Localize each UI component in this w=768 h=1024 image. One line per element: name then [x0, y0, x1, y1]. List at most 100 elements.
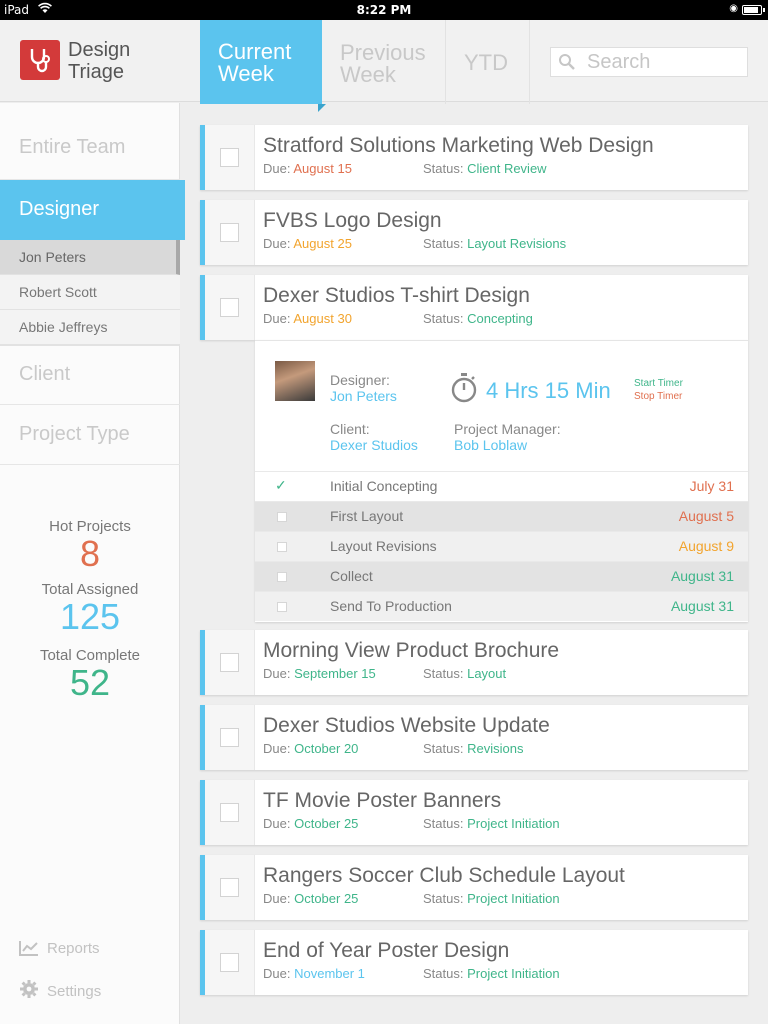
due-date: October 25 [294, 891, 359, 906]
search-placeholder: Search [587, 51, 651, 73]
project-due: Due: August 15 [263, 161, 352, 176]
project-card[interactable]: Dexer Studios Website Update Due: Octobe… [200, 705, 748, 770]
due-date: October 20 [294, 741, 359, 756]
status-label: Status: [423, 816, 464, 831]
due-label: Due: [263, 311, 291, 326]
tab-current-week-label-1: Current [218, 39, 292, 64]
client-link[interactable]: Dexer Studios [330, 437, 418, 453]
status-label: Status: [423, 891, 464, 906]
designer-name: Jon Peters [19, 249, 86, 265]
project-status: Status: Project Initiation [423, 816, 560, 831]
task-row[interactable]: Send To Production August 31 [255, 591, 748, 621]
project-due: Due: October 25 [263, 891, 358, 906]
tab-ytd[interactable]: YTD [446, 20, 530, 104]
status-value: Client Review [467, 161, 547, 176]
project-checkbox[interactable] [220, 728, 239, 747]
settings-link[interactable]: Settings [19, 979, 101, 1000]
project-status: Status: Concepting [423, 311, 533, 326]
sidebar-item-label: Project Type [19, 423, 130, 445]
task-checkbox[interactable] [277, 572, 287, 582]
stethoscope-logo-icon [20, 40, 60, 80]
project-card-expanded[interactable]: Dexer Studios T-shirt Design Due: August… [200, 275, 748, 340]
project-status: Status: Layout Revisions [423, 236, 566, 251]
project-title: Dexer Studios T-shirt Design [263, 284, 530, 307]
due-date: August 15 [293, 161, 352, 176]
project-status: Status: Project Initiation [423, 891, 560, 906]
project-card[interactable]: Stratford Solutions Marketing Web Design… [200, 125, 748, 190]
sidebar-item-entire-team[interactable]: Entire Team [0, 120, 180, 180]
project-card[interactable]: Morning View Product Brochure Due: Septe… [200, 630, 748, 695]
project-checkbox[interactable] [220, 653, 239, 672]
designer-item-abbie-jeffreys[interactable]: Abbie Jeffreys [0, 310, 180, 345]
project-card[interactable]: Rangers Soccer Club Schedule Layout Due:… [200, 855, 748, 920]
app-header: Design Triage Current Week Previous Week… [0, 20, 768, 112]
status-label: Status: [423, 311, 464, 326]
project-card[interactable]: TF Movie Poster Banners Due: October 25 … [200, 780, 748, 845]
chart-icon [19, 941, 38, 956]
start-timer-button[interactable]: Start Timer [634, 378, 683, 389]
task-date: August 9 [678, 538, 734, 554]
due-date: October 25 [294, 816, 359, 831]
stat-total-complete: Total Complete 52 [0, 647, 180, 702]
project-checkbox[interactable] [220, 223, 239, 242]
stop-timer-button[interactable]: Stop Timer [634, 391, 682, 402]
settings-label: Settings [47, 983, 102, 1000]
project-checkbox[interactable] [220, 298, 239, 317]
tab-previous-week[interactable]: Previous Week [322, 20, 446, 104]
project-manager-label: Project Manager: [454, 421, 561, 437]
battery-icon [742, 5, 762, 15]
task-checkbox[interactable] [277, 512, 287, 522]
tab-previous-week-label-2: Week [340, 62, 396, 87]
project-title: TF Movie Poster Banners [263, 789, 502, 812]
task-row[interactable]: ✓ Initial Concepting July 31 [255, 471, 748, 501]
project-title: Dexer Studios Website Update [263, 714, 550, 737]
checkbox-column [205, 855, 255, 920]
status-value: Concepting [467, 311, 533, 326]
task-date: August 5 [678, 508, 734, 524]
reports-link[interactable]: Reports [19, 940, 100, 957]
checkbox-column [205, 705, 255, 770]
due-label: Due: [263, 966, 291, 981]
status-value: Project Initiation [467, 891, 560, 906]
task-name: Collect [330, 568, 373, 584]
due-date: August 25 [293, 236, 352, 251]
project-checkbox[interactable] [220, 953, 239, 972]
due-label: Due: [263, 891, 291, 906]
rotation-lock-icon: ◉ [729, 3, 738, 14]
checkbox-column [205, 630, 255, 695]
task-checkbox[interactable] [277, 602, 287, 612]
project-due: Due: October 20 [263, 741, 358, 756]
designer-link[interactable]: Jon Peters [330, 388, 397, 404]
task-row[interactable]: First Layout August 5 [255, 501, 748, 531]
project-manager-link[interactable]: Bob Loblaw [454, 437, 527, 453]
project-card[interactable]: FVBS Logo Design Due: August 25 Status: … [200, 200, 748, 265]
brand-line-1: Design [68, 39, 131, 61]
status-label: Status: [423, 161, 464, 176]
project-due: Due: November 1 [263, 966, 365, 981]
due-label: Due: [263, 816, 291, 831]
sidebar-item-designer[interactable]: Designer [0, 180, 185, 240]
designer-name: Robert Scott [19, 284, 97, 300]
designer-item-jon-peters[interactable]: Jon Peters [0, 240, 180, 275]
project-checkbox[interactable] [220, 878, 239, 897]
tab-ytd-label: YTD [464, 50, 508, 75]
task-date: August 31 [670, 598, 734, 614]
tab-current-week[interactable]: Current Week [200, 20, 326, 112]
project-card[interactable]: End of Year Poster Design Due: November … [200, 930, 748, 995]
sidebar-item-client[interactable]: Client [0, 345, 180, 405]
project-checkbox[interactable] [220, 803, 239, 822]
checkbox-column [205, 125, 255, 190]
project-checkbox[interactable] [220, 148, 239, 167]
designer-item-robert-scott[interactable]: Robert Scott [0, 275, 180, 310]
due-date: November 1 [294, 966, 365, 981]
stat-hot-projects: Hot Projects 8 [0, 518, 180, 573]
checkmark-icon[interactable]: ✓ [275, 477, 287, 494]
sidebar-item-project-type[interactable]: Project Type [0, 405, 180, 465]
task-row[interactable]: Layout Revisions August 9 [255, 531, 748, 561]
task-checkbox[interactable] [277, 542, 287, 552]
task-row[interactable]: Collect August 31 [255, 561, 748, 591]
tab-previous-week-label-1: Previous [340, 40, 426, 65]
app-brand: Design Triage [68, 39, 130, 83]
checkbox-column [205, 275, 255, 340]
search-input[interactable]: Search [550, 47, 748, 77]
